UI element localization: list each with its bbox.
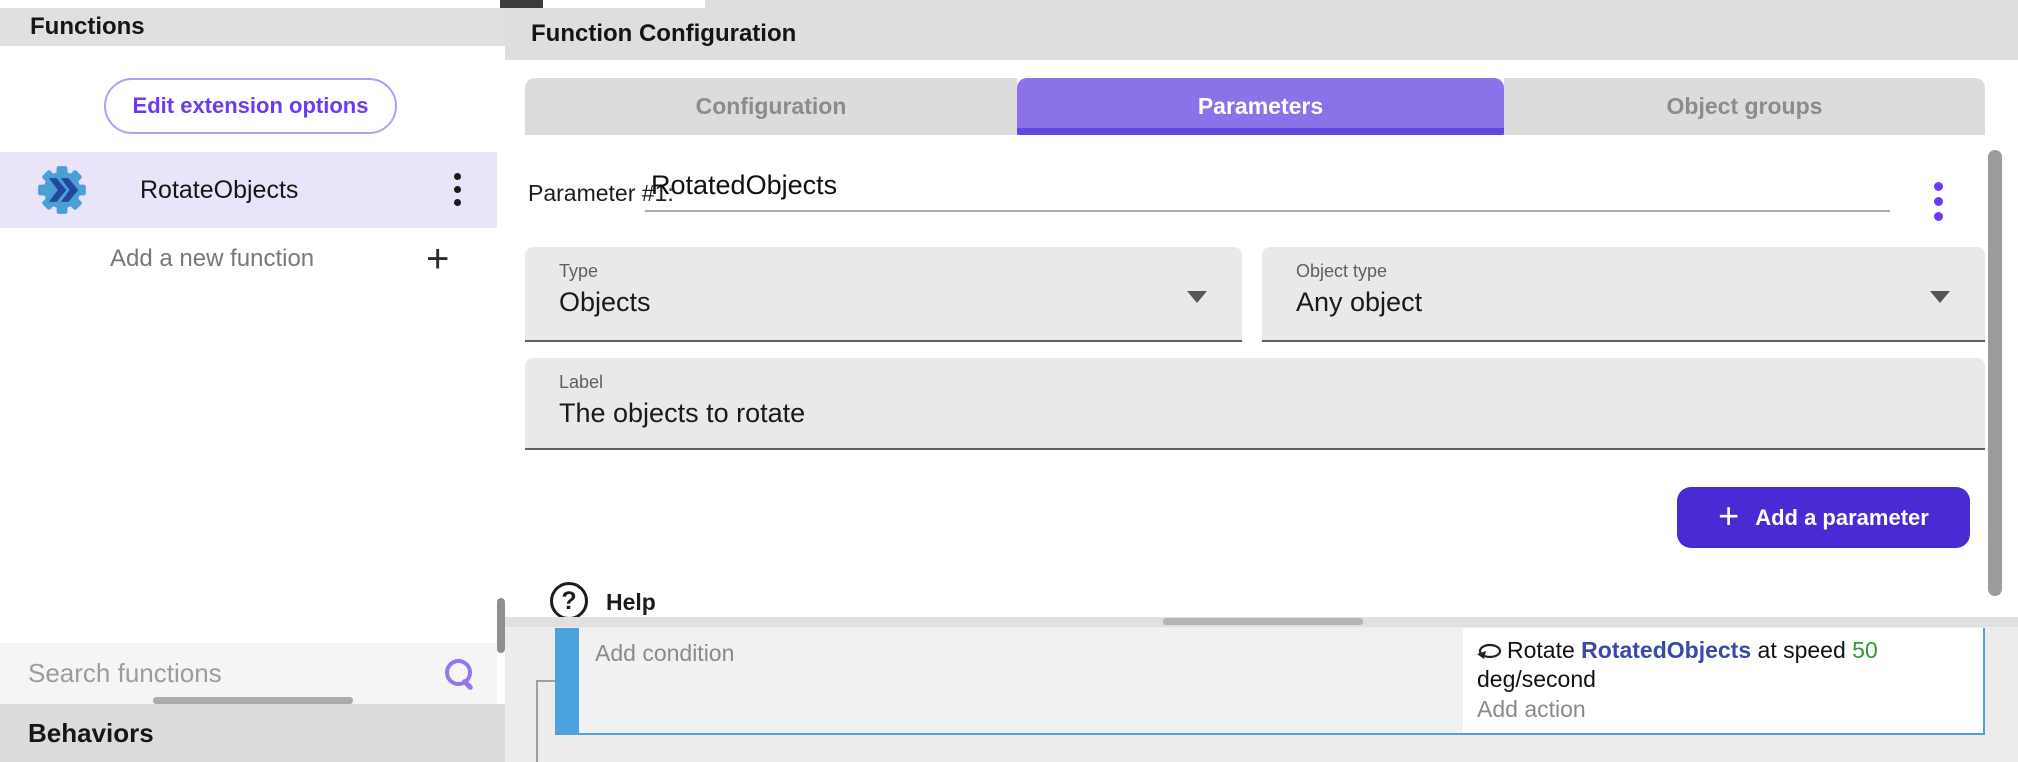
type-dropdown[interactable]: Type Objects bbox=[525, 247, 1242, 342]
behaviors-title: Behaviors bbox=[28, 718, 154, 749]
top-strip-segment bbox=[500, 0, 543, 8]
conditions-cell[interactable]: Add condition bbox=[579, 628, 1463, 733]
plus-icon: + bbox=[1718, 498, 1739, 534]
sidebar-horizontal-scrollbar[interactable] bbox=[153, 697, 353, 704]
functions-panel-header: Functions bbox=[0, 8, 505, 46]
parameter-menu-icon[interactable] bbox=[1930, 178, 1947, 225]
help-icon[interactable]: ? bbox=[550, 582, 588, 620]
add-function-row[interactable]: Add a new function + bbox=[0, 228, 497, 290]
add-parameter-label: Add a parameter bbox=[1755, 505, 1929, 531]
parameter-name-input[interactable]: RotatedObjects bbox=[651, 170, 837, 201]
add-action-placeholder[interactable]: Add action bbox=[1477, 695, 1969, 724]
action-sentence[interactable]: Rotate RotatedObjects at speed 50 deg/se… bbox=[1477, 636, 1969, 694]
edit-extension-options-label: Edit extension options bbox=[133, 93, 369, 119]
action-object-ref: RotatedObjects bbox=[1581, 637, 1751, 663]
type-dropdown-label: Type bbox=[559, 261, 598, 282]
search-functions-input[interactable]: Search functions bbox=[0, 643, 497, 704]
object-type-dropdown[interactable]: Object type Any object bbox=[1262, 247, 1985, 342]
tab-object-groups[interactable]: Object groups bbox=[1504, 78, 1985, 135]
tab-bar: Configuration Parameters Object groups bbox=[525, 78, 1985, 135]
sidebar-scrollbar[interactable] bbox=[497, 598, 505, 653]
tab-configuration[interactable]: Configuration bbox=[525, 78, 1017, 135]
type-dropdown-value: Objects bbox=[559, 287, 651, 318]
subevent-connector-line bbox=[536, 680, 556, 682]
label-input-field[interactable]: Label The objects to rotate bbox=[525, 358, 1985, 450]
functions-panel-title: Functions bbox=[30, 13, 145, 41]
main-panel-scrollbar[interactable] bbox=[1988, 150, 2002, 596]
parameter-name-underline bbox=[645, 210, 1890, 212]
tab-parameters[interactable]: Parameters bbox=[1017, 78, 1504, 135]
add-function-label: Add a new function bbox=[110, 245, 314, 273]
action-speed-value: 50 bbox=[1852, 637, 1878, 663]
dropdown-arrow-icon bbox=[1930, 291, 1950, 303]
event-row: Add condition Rotate RotatedObjects at s… bbox=[555, 628, 1985, 735]
events-horizontal-scrollbar[interactable] bbox=[1163, 618, 1363, 625]
function-gear-icon bbox=[36, 164, 88, 216]
add-parameter-button[interactable]: + Add a parameter bbox=[1677, 487, 1970, 548]
help-section-label: Help bbox=[606, 589, 656, 616]
top-strip-segment bbox=[705, 0, 2018, 8]
event-cells: Add condition Rotate RotatedObjects at s… bbox=[579, 628, 1985, 735]
function-list-item-rotateobjects[interactable]: RotateObjects bbox=[0, 152, 497, 228]
function-item-menu-icon[interactable] bbox=[450, 169, 465, 210]
top-strip-segment bbox=[543, 0, 705, 8]
search-placeholder: Search functions bbox=[28, 658, 222, 689]
function-item-label: RotateObjects bbox=[140, 176, 298, 205]
plus-icon: + bbox=[426, 239, 449, 279]
search-icon bbox=[445, 659, 475, 689]
functions-panel bbox=[0, 46, 505, 643]
events-sheet: Add condition Rotate RotatedObjects at s… bbox=[505, 617, 2018, 762]
dropdown-arrow-icon bbox=[1187, 291, 1207, 303]
subevent-connector-line bbox=[536, 680, 538, 762]
page-title: Function Configuration bbox=[531, 20, 796, 48]
behaviors-section-header[interactable]: Behaviors bbox=[0, 704, 505, 762]
label-field-value: The objects to rotate bbox=[559, 398, 805, 429]
edit-extension-options-button[interactable]: Edit extension options bbox=[104, 78, 397, 134]
top-strip-segment bbox=[0, 0, 500, 8]
add-condition-placeholder[interactable]: Add condition bbox=[595, 640, 734, 666]
label-field-label: Label bbox=[559, 372, 603, 393]
function-configuration-header: Function Configuration bbox=[505, 8, 2018, 60]
object-type-dropdown-label: Object type bbox=[1296, 261, 1387, 282]
event-selection-bar[interactable] bbox=[555, 628, 579, 735]
rotate-action-icon bbox=[1477, 642, 1503, 660]
app-window: Functions Edit extension options RotateO… bbox=[0, 0, 2018, 762]
object-type-dropdown-value: Any object bbox=[1296, 287, 1422, 318]
actions-cell[interactable]: Rotate RotatedObjects at speed 50 deg/se… bbox=[1463, 628, 1983, 733]
